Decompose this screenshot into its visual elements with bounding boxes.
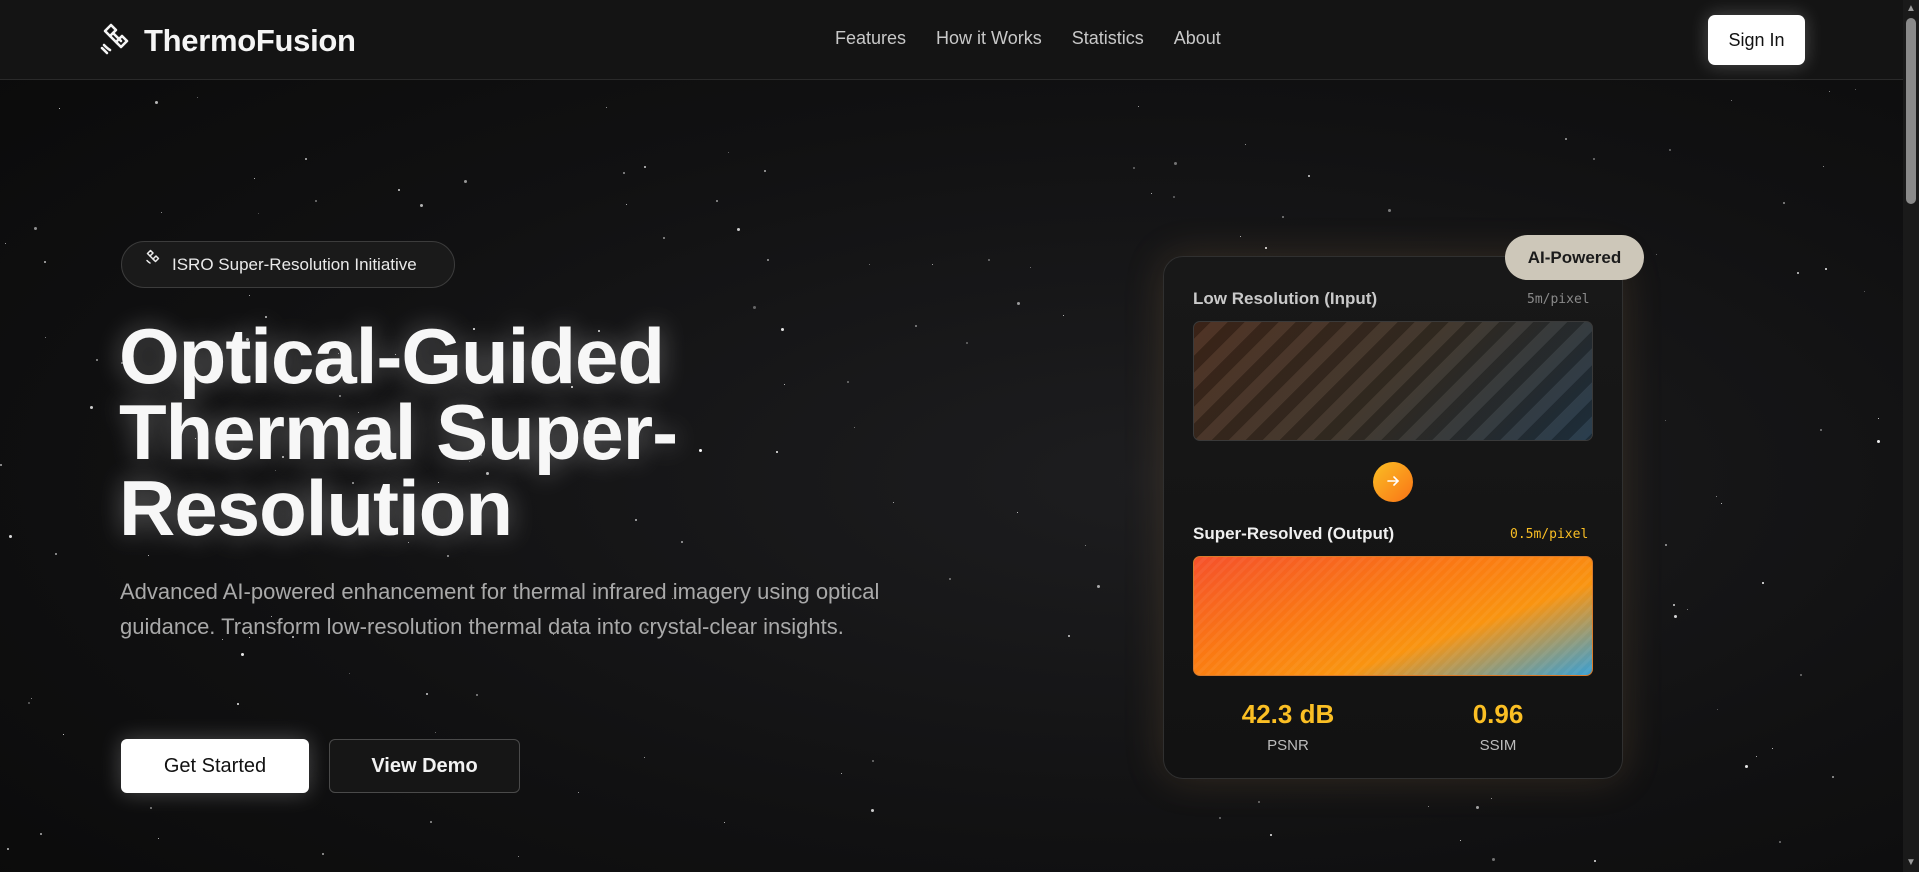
nav-statistics[interactable]: Statistics xyxy=(1072,28,1144,49)
input-resolution: 5m/pixel xyxy=(1527,292,1590,307)
badge-text: ISRO Super-Resolution Initiative xyxy=(172,254,417,274)
output-resolution: 0.5m/pixel xyxy=(1510,527,1589,542)
output-label: Super-Resolved (Output) xyxy=(1193,524,1395,543)
hero-title: Optical-Guided Thermal Super- Resolution xyxy=(119,317,839,547)
ai-powered-badge: AI-Powered xyxy=(1505,235,1644,280)
brand-logo[interactable]: ThermoFusion xyxy=(98,20,356,61)
nav-how-it-works[interactable]: How it Works xyxy=(936,28,1042,49)
scroll-down-icon[interactable]: ▼ xyxy=(1905,857,1917,869)
psnr-label: PSNR xyxy=(1267,737,1309,754)
scroll-up-icon[interactable]: ▲ xyxy=(1905,3,1917,15)
input-label: Low Resolution (Input) xyxy=(1193,289,1378,308)
top-navbar: ThermoFusion Features How it Works Stati… xyxy=(0,0,1903,80)
main-nav: Features How it Works Statistics About xyxy=(835,28,1221,49)
nav-features[interactable]: Features xyxy=(835,28,906,49)
initiative-badge: ISRO Super-Resolution Initiative xyxy=(121,241,455,288)
hero-title-line-2: Thermal Super- xyxy=(119,388,678,476)
sign-in-button[interactable]: Sign In xyxy=(1708,15,1805,65)
view-demo-button[interactable]: View Demo xyxy=(329,739,520,793)
low-res-thermal-image xyxy=(1193,321,1593,441)
hero-subtitle: Advanced AI-powered enhancement for ther… xyxy=(120,579,880,639)
psnr-value: 42.3 dB xyxy=(1241,699,1335,729)
hero-title-line-1: Optical-Guided xyxy=(119,312,665,400)
satellite-icon xyxy=(98,20,134,61)
ssim-value: 0.96 xyxy=(1472,699,1524,729)
satellite-icon xyxy=(144,248,162,271)
nav-about[interactable]: About xyxy=(1174,28,1221,49)
process-button[interactable] xyxy=(1373,462,1413,502)
super-resolved-thermal-image xyxy=(1193,556,1593,676)
scroll-thumb[interactable] xyxy=(1906,18,1916,204)
brand-name: ThermoFusion xyxy=(144,22,356,58)
ssim-label: SSIM xyxy=(1479,737,1517,754)
vertical-scrollbar[interactable]: ▲ ▼ xyxy=(1903,0,1919,872)
get-started-button[interactable]: Get Started xyxy=(121,739,309,793)
hero-title-line-3: Resolution xyxy=(119,464,513,552)
arrow-right-icon xyxy=(1385,473,1401,492)
